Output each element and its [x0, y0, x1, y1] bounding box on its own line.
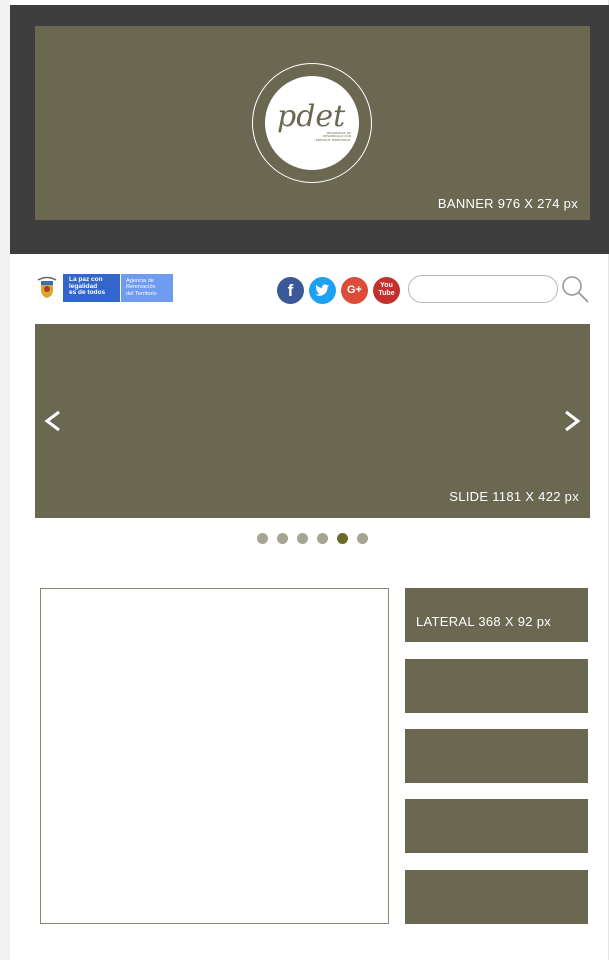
pdet-logo[interactable]: pdet PROGRAMAS DE DESARROLLO CON ENFOQUE…: [265, 76, 359, 170]
slider-dot-6[interactable]: [357, 533, 368, 544]
slider-dot-1[interactable]: [257, 533, 268, 544]
agency-line-3: del Territorio: [126, 290, 157, 297]
slider-dot-2[interactable]: [277, 533, 288, 544]
slider-dot-4[interactable]: [317, 533, 328, 544]
slogan-line-3: es de todos: [69, 289, 106, 297]
government-logo[interactable]: La paz con legalidad es de todos Agencia…: [33, 274, 173, 302]
arrow-left-icon[interactable]: [41, 404, 65, 438]
slider-dot-3[interactable]: [297, 533, 308, 544]
lateral-banner-5[interactable]: [405, 870, 588, 924]
youtube-glyph-line-2: Tube: [378, 290, 395, 297]
search-icon[interactable]: [560, 274, 590, 304]
twitter-bird-icon: [315, 284, 330, 296]
lateral-banner-1[interactable]: LATERAL 368 X 92 px: [405, 588, 588, 642]
pdet-logo-mark: pdet: [277, 99, 346, 134]
lateral-banner-2[interactable]: [405, 659, 588, 713]
twitter-icon[interactable]: [309, 277, 336, 304]
youtube-glyph-line-1: You: [380, 282, 393, 289]
coat-of-arms-icon: [33, 274, 61, 302]
lateral-banner-3[interactable]: [405, 729, 588, 783]
agency-name: Agencia de Renovación del Territorio: [121, 274, 173, 302]
main-content-box: [40, 588, 389, 924]
lateral-size-label: LATERAL 368 X 92 px: [416, 614, 552, 629]
arrow-right-icon[interactable]: [560, 404, 584, 438]
peace-slogan: La paz con legalidad es de todos: [63, 274, 120, 302]
search-input[interactable]: [408, 275, 558, 303]
google-plus-icon[interactable]: G+: [341, 277, 368, 304]
lateral-banner-4[interactable]: [405, 799, 588, 853]
logo-tagline: PROGRAMAS DE DESARROLLO CON ENFOQUE TERR…: [315, 131, 351, 142]
slide: SLIDE 1181 X 422 px: [35, 324, 590, 518]
facebook-icon[interactable]: f: [277, 277, 304, 304]
google-plus-glyph: G+: [347, 284, 362, 296]
banner-size-label: BANNER 976 X 274 px: [437, 196, 578, 211]
facebook-glyph: f: [287, 281, 294, 300]
logo-wordmark: pdet: [277, 99, 346, 134]
slide-size-label: SLIDE 1181 X 422 px: [449, 489, 579, 504]
youtube-icon[interactable]: You Tube: [373, 277, 400, 304]
slider-dot-5[interactable]: [337, 533, 348, 544]
